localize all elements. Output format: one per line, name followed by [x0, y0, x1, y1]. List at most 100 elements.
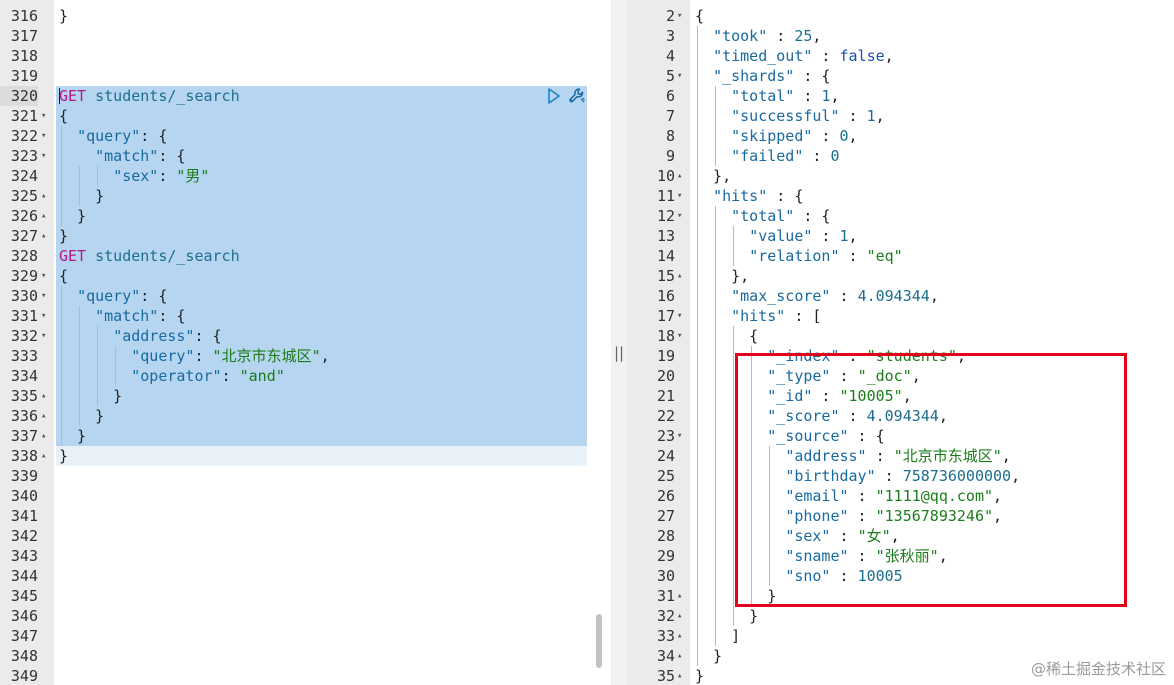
line-number: 322: [10, 127, 38, 145]
fold-toggle-icon[interactable]: ▾: [677, 326, 687, 346]
line-number: 30: [656, 567, 675, 585]
line-number: 330: [10, 287, 38, 305]
fold-toggle-icon[interactable]: ▴: [677, 586, 687, 606]
indent-guide: [697, 26, 698, 666]
line-number: 25: [656, 467, 675, 485]
fold-toggle-icon[interactable]: ▴: [41, 426, 51, 446]
code-line: "operator": "and": [59, 366, 285, 386]
fold-toggle-icon[interactable]: ▾: [41, 326, 51, 346]
code-token: "match": [95, 147, 159, 165]
fold-toggle-icon[interactable]: ▾: [677, 426, 687, 446]
fold-toggle-icon[interactable]: ▾: [41, 306, 51, 326]
code-line: }: [59, 6, 68, 26]
line-number: 32: [656, 607, 675, 625]
code-token: "took": [713, 27, 768, 45]
code-line: },: [695, 266, 749, 286]
line-number: 325: [10, 187, 38, 205]
code-token: }: [59, 7, 69, 25]
line-number: 26: [656, 487, 675, 505]
line-number: 3: [665, 27, 675, 45]
code-token: : {: [194, 327, 222, 345]
code-line: }: [59, 226, 68, 246]
code-token: ,: [929, 287, 939, 305]
fold-toggle-icon[interactable]: ▾: [41, 286, 51, 306]
fold-toggle-icon[interactable]: ▾: [677, 206, 687, 226]
code-token: :: [158, 167, 177, 185]
fold-toggle-icon[interactable]: ▾: [41, 146, 51, 166]
panel-resize-divider[interactable]: ||: [611, 0, 627, 685]
code-token: : {: [767, 187, 804, 205]
line-number: 35: [656, 667, 675, 685]
code-token: :: [221, 367, 240, 385]
code-token: 0: [839, 127, 849, 145]
line-number: 337: [10, 427, 38, 445]
editor-scrollbar[interactable]: [596, 614, 602, 668]
fold-toggle-icon[interactable]: ▾: [41, 266, 51, 286]
code-line: }: [59, 446, 68, 466]
fold-toggle-icon[interactable]: ▴: [677, 166, 687, 186]
code-line: "value" : 1,: [695, 226, 857, 246]
code-line: "match": {: [59, 306, 185, 326]
code-token: }: [695, 667, 705, 685]
code-token: 25: [794, 27, 813, 45]
line-number: 8: [665, 127, 675, 145]
line-number: 6: [665, 87, 675, 105]
line-number: 348: [10, 647, 38, 665]
active-line-highlight: [56, 446, 587, 466]
line-number: 13: [656, 227, 675, 245]
fold-toggle-icon[interactable]: ▴: [41, 386, 51, 406]
code-token: },: [695, 167, 732, 185]
fold-toggle-icon[interactable]: ▾: [677, 306, 687, 326]
code-token: {: [695, 327, 759, 345]
fold-toggle-icon[interactable]: ▴: [677, 666, 687, 685]
line-number: 339: [10, 467, 38, 485]
line-number: 33: [656, 627, 675, 645]
code-token: : {: [140, 127, 168, 145]
line-number: 11: [656, 187, 675, 205]
line-number: 19: [656, 347, 675, 365]
fold-toggle-icon[interactable]: ▾: [677, 6, 687, 26]
request-settings-button[interactable]: [567, 87, 587, 105]
request-editor[interactable]: 316} 317 318 319 320 GET students/_search 321 ▾…: [0, 0, 611, 685]
fold-toggle-icon[interactable]: ▾: [41, 126, 51, 146]
code-token: }: [59, 387, 123, 405]
fold-toggle-icon[interactable]: ▴: [41, 226, 51, 246]
line-number: 22: [656, 407, 675, 425]
code-token: "eq": [866, 247, 903, 265]
code-token: "total": [731, 207, 795, 225]
fold-toggle-icon[interactable]: ▴: [677, 646, 687, 666]
line-number: 4: [665, 47, 675, 65]
line-number: 23: [656, 427, 675, 445]
code-token: "hits": [731, 307, 786, 325]
fold-toggle-icon[interactable]: ▴: [41, 406, 51, 426]
line-number: 2: [665, 7, 675, 25]
line-number: 333: [10, 347, 38, 365]
code-token: },: [695, 267, 750, 285]
code-line: }: [59, 186, 104, 206]
indent-guide: [79, 166, 80, 206]
code-line: GET students/_search: [59, 86, 240, 106]
fold-toggle-icon[interactable]: ▴: [41, 446, 51, 466]
line-number: 29: [656, 547, 675, 565]
code-token: "address": [113, 327, 195, 345]
fold-toggle-icon[interactable]: ▴: [677, 626, 687, 646]
request-actions: [545, 86, 587, 106]
fold-toggle-icon[interactable]: ▴: [677, 606, 687, 626]
fold-toggle-icon[interactable]: ▴: [41, 206, 51, 226]
fold-toggle-icon[interactable]: ▴: [677, 266, 687, 286]
code-token: :: [767, 27, 795, 45]
line-number: 20: [656, 367, 675, 385]
code-token: "query": [77, 127, 141, 145]
run-request-button[interactable]: [545, 87, 563, 105]
code-token: "skipped": [731, 127, 813, 145]
code-line: "took" : 25,: [695, 26, 821, 46]
code-token: 1: [866, 107, 876, 125]
fold-toggle-icon[interactable]: ▾: [677, 66, 687, 86]
fold-toggle-icon[interactable]: ▴: [41, 186, 51, 206]
line-number: 34: [656, 647, 675, 665]
fold-toggle-icon[interactable]: ▾: [677, 186, 687, 206]
code-token: :: [812, 127, 840, 145]
indent-guide: [733, 326, 734, 626]
fold-toggle-icon[interactable]: ▾: [41, 106, 51, 126]
